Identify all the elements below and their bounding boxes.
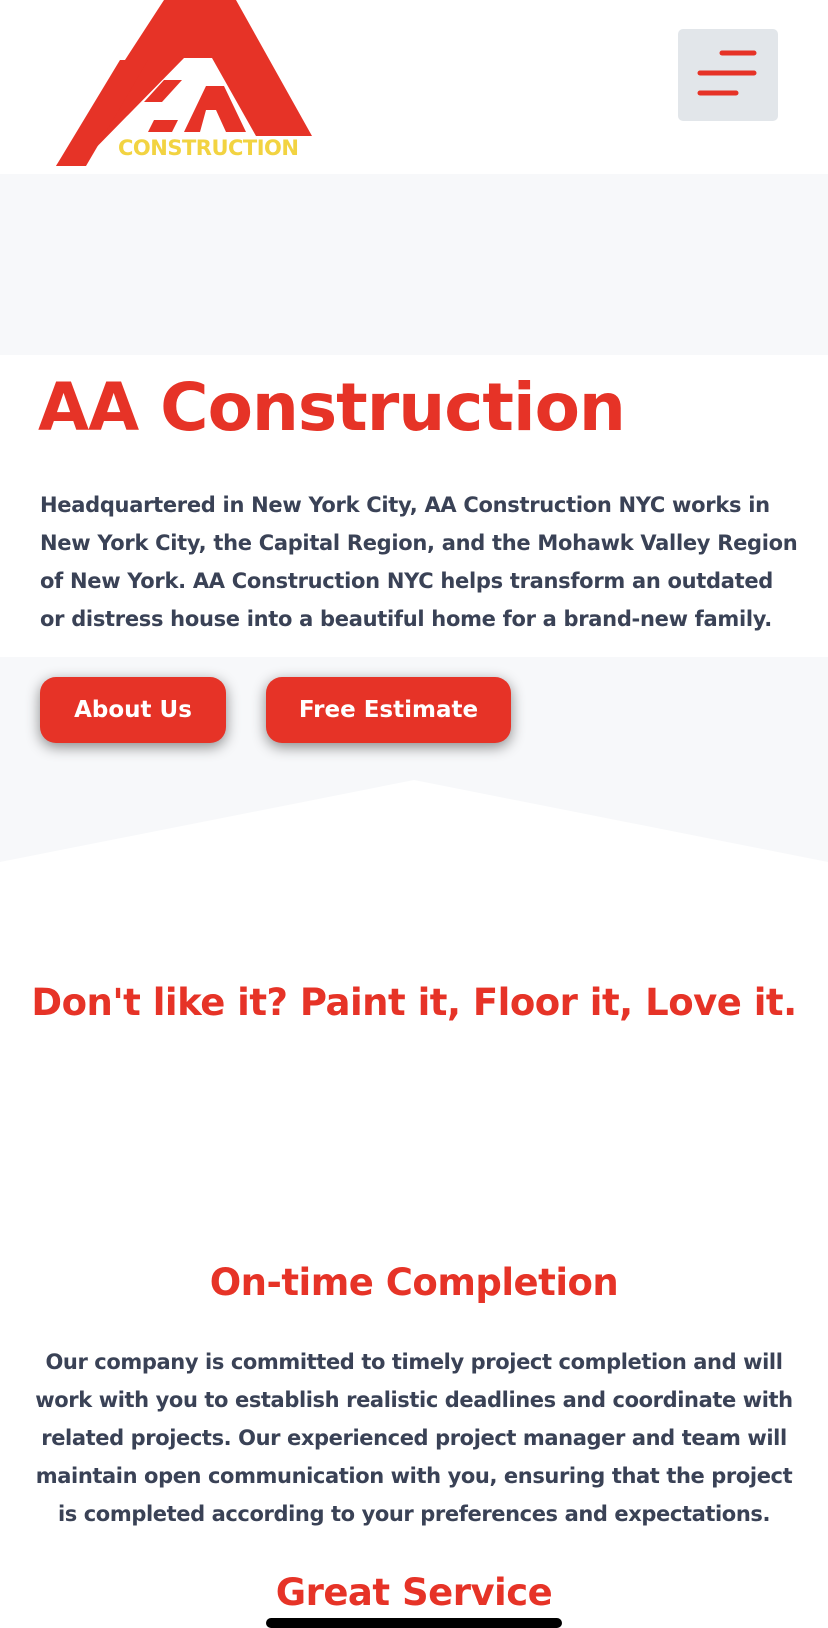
tagline-heading: Don't like it? Paint it, Floor it, Love … [31, 981, 797, 1024]
hamburger-menu-icon [697, 50, 757, 96]
free-estimate-button[interactable]: Free Estimate [266, 677, 511, 743]
ontime-completion-heading: On-time Completion [209, 1261, 619, 1304]
great-service-heading: Great Service [275, 1571, 553, 1614]
about-us-button[interactable]: About Us [40, 677, 226, 743]
menu-button[interactable] [678, 29, 778, 121]
hero-image-placeholder [0, 174, 828, 355]
ontime-completion-text: Our company is committed to timely proje… [35, 1350, 793, 1526]
company-logo[interactable]: CONSTRUCTION [56, 0, 312, 166]
site-header: CONSTRUCTION [0, 0, 828, 174]
logo-wordmark: CONSTRUCTION [118, 136, 299, 160]
hero-description: Headquartered in New York City, AA Const… [40, 493, 798, 631]
page-title: AA Construction [38, 369, 626, 446]
home-indicator[interactable] [266, 1618, 562, 1628]
section-divider [0, 780, 828, 862]
